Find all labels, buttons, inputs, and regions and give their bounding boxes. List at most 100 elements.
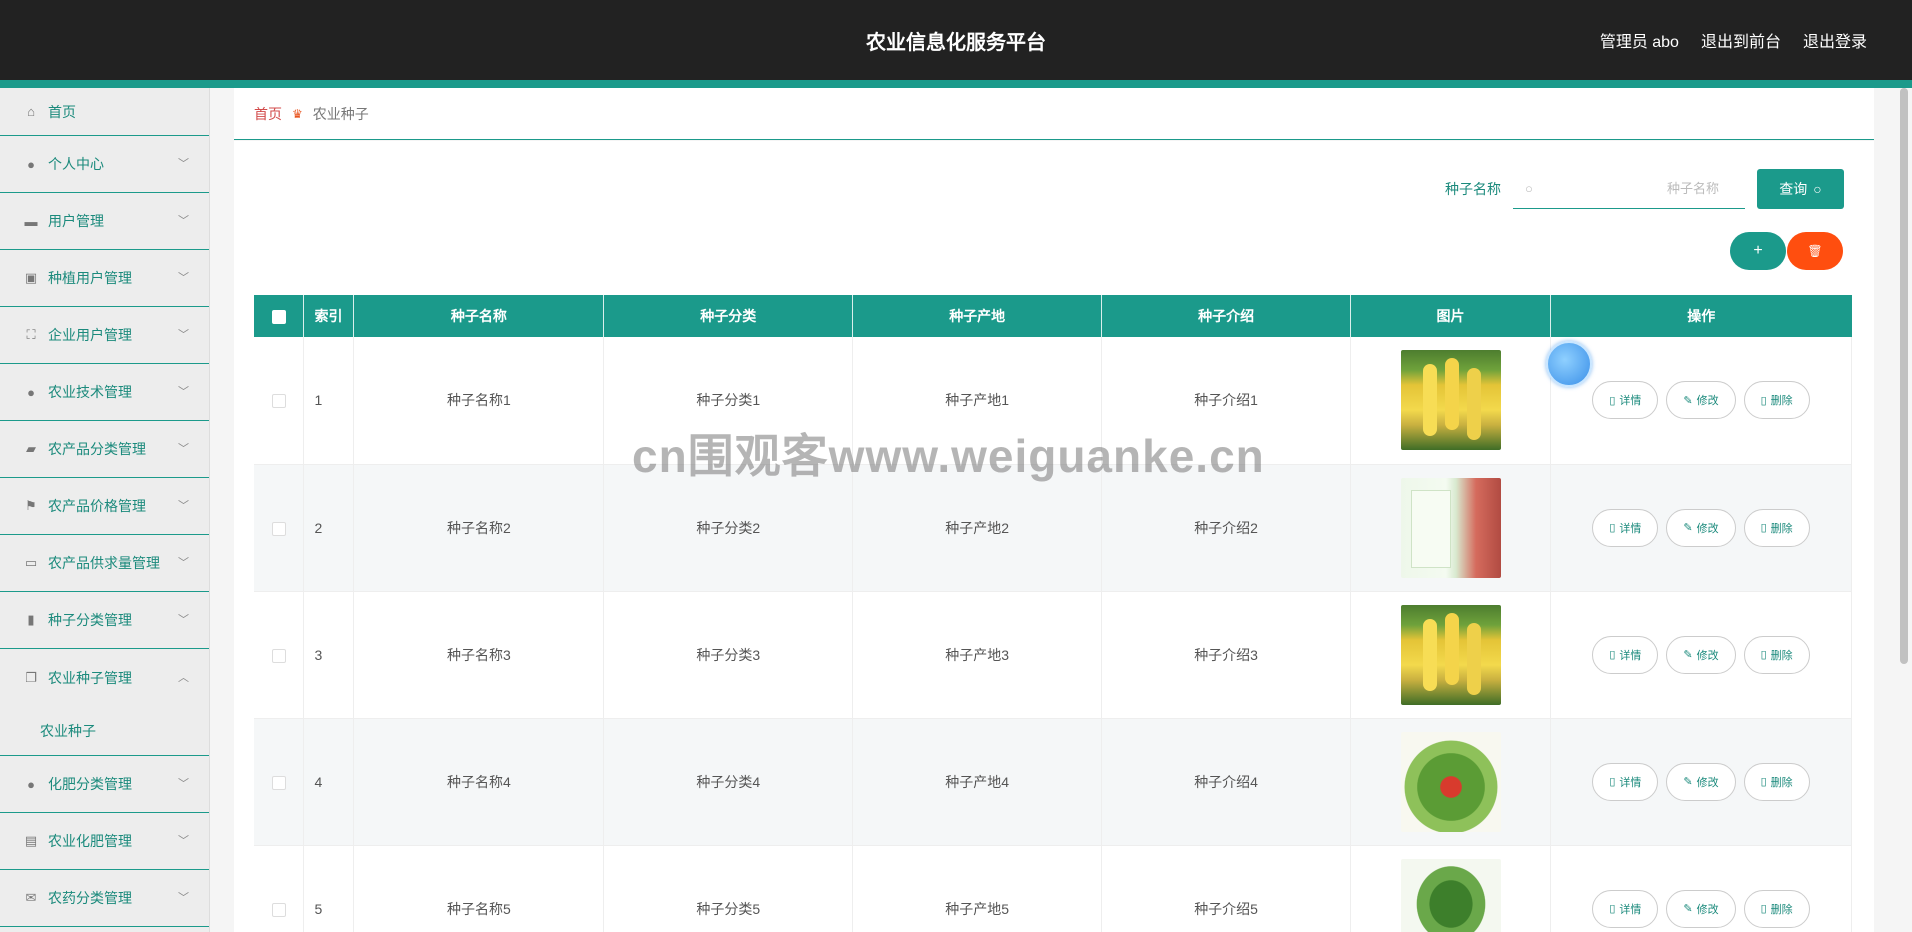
seed-image[interactable] [1400,858,1501,932]
header-accent-line [0,80,1912,88]
sidebar: ⌂ 首页 ● 个人中心 ﹀ ▬ 用户管理 ﹀ ▣ 种植用户管理 ﹀ ⛶ 企业用户… [0,88,210,932]
breadcrumb: 首页 ♛ 农业种子 [234,88,1874,140]
document-icon: ▯ [1609,522,1616,534]
edit-button[interactable]: ✎ 修改 [1666,762,1736,801]
cell-origin: 种子产地1 [852,337,1103,465]
sidebar-item-planting-users[interactable]: ▣ 种植用户管理 ﹀ [0,250,209,307]
select-all-cell[interactable] [254,295,305,337]
table-row: 5 种子名称5 种子分类5 种子产地5 种子介绍5 ▯ 详情 ✎ 修改 ▯ 删除 [254,845,1853,932]
row-checkbox[interactable] [271,648,286,663]
sidebar-item-home[interactable]: ⌂ 首页 [0,88,209,136]
seed-image[interactable] [1400,350,1501,451]
delete-button[interactable]: ▯ 删除 [1743,635,1810,674]
logout-link[interactable]: 退出登录 [1803,28,1867,52]
seed-image[interactable] [1400,604,1501,705]
row-checkbox[interactable] [271,394,286,409]
delete-button[interactable]: ▯ 删除 [1743,508,1810,547]
row-checkbox[interactable] [271,902,286,917]
mail-icon: ✉ [25,890,37,905]
cell-index: 3 [303,591,355,719]
cell-intro: 种子介绍4 [1101,718,1352,846]
cell-intro: 种子介绍1 [1101,337,1352,465]
sidebar-item-label: 农业技术管理 [48,384,132,400]
table-row: 2 种子名称2 种子分类2 种子产地2 种子介绍2 ▯ 详情 ✎ 修改 ▯ 删除 [254,464,1853,592]
user-icon: ● [27,776,35,792]
sidebar-item-label: 农业种子管理 [48,669,132,686]
cell-name: 种子名称3 [353,591,605,719]
sidebar-item-label: 种子分类管理 [48,612,132,628]
sidebar-item-users[interactable]: ▬ 用户管理 ﹀ [0,193,209,250]
bar-chart-icon: ▮ [27,612,35,627]
chevron-up-icon: ︿ [178,671,189,684]
top-bar: 农业信息化服务平台 管理员 abo 退出到前台 退出登录 [0,0,1912,80]
seed-image[interactable] [1400,477,1501,578]
cell-category: 种子分类2 [603,464,854,592]
column-header: 种子名称 [353,295,605,337]
detail-button[interactable]: ▯ 详情 [1592,508,1659,547]
chevron-down-icon: ﹀ [178,892,189,905]
trash-icon: ▯ [1760,522,1767,534]
document-icon: ▯ [1609,649,1616,661]
chevron-down-icon: ﹀ [178,443,189,456]
edit-button[interactable]: ✎ 修改 [1666,381,1736,420]
sidebar-item-enterprise-users[interactable]: ⛶ 企业用户管理 ﹀ [0,307,209,364]
batch-delete-button[interactable]: 🗑 [1787,232,1843,270]
table-row: 4 种子名称4 种子分类4 种子产地4 种子介绍4 ▯ 详情 ✎ 修改 ▯ 删除 [254,718,1853,846]
trash-icon: ▯ [1760,394,1767,407]
sidebar-item-seed-category[interactable]: ▮ 种子分类管理 ﹀ [0,592,209,649]
sidebar-item-label: 化肥分类管理 [48,776,132,792]
chevron-down-icon: ﹀ [178,215,189,228]
search-field: ○ [1513,169,1745,209]
breadcrumb-home[interactable]: 首页 [254,104,282,124]
sidebar-item-product-category[interactable]: ▰ 农产品分类管理 ﹀ [0,421,209,478]
detail-button[interactable]: ▯ 详情 [1592,635,1659,674]
floating-assistant-ball[interactable] [1546,341,1592,387]
copy-icon: ❐ [25,669,37,685]
seed-table: 索引 种子名称 种子分类 种子产地 种子介绍 图片 操作 1 种子名称1 种子分… [254,295,1853,932]
add-button[interactable]: + [1730,232,1786,270]
to-front-link[interactable]: 退出到前台 [1701,28,1781,52]
sidebar-item-agri-tech[interactable]: ● 农业技术管理 ﹀ [0,364,209,421]
query-button[interactable]: 查询 ○ [1757,169,1844,209]
sidebar-item-pesticide-category[interactable]: ✉ 农药分类管理 ﹀ [0,870,209,927]
table-header: 索引 种子名称 种子分类 种子产地 种子介绍 图片 操作 [254,295,1852,337]
query-button-label: 查询 [1779,181,1808,197]
detail-button[interactable]: ▯ 详情 [1592,889,1659,928]
detail-button[interactable]: ▯ 详情 [1592,381,1659,420]
sidebar-item-supply-demand[interactable]: ▭ 农产品供求量管理 ﹀ [0,535,209,592]
edit-button[interactable]: ✎ 修改 [1666,889,1736,928]
cell-origin: 种子产地4 [852,718,1103,846]
sidebar-subitem-seeds[interactable]: 农业种子 [0,706,209,756]
search-icon: ○ [1525,181,1533,196]
delete-button[interactable]: ▯ 删除 [1743,762,1810,801]
cell-name: 种子名称2 [353,464,605,592]
row-checkbox[interactable] [271,521,286,536]
sidebar-item-label: 用户管理 [48,213,104,229]
sidebar-item-personal[interactable]: ● 个人中心 ﹀ [0,136,209,193]
edit-button[interactable]: ✎ 修改 [1666,508,1736,547]
sidebar-item-label: 农业化肥管理 [48,833,132,849]
column-header: 图片 [1350,295,1551,337]
cell-intro: 种子介绍3 [1101,591,1352,719]
sidebar-item-label: 农产品分类管理 [48,441,146,457]
cell-origin: 种子产地2 [852,464,1103,592]
seed-image[interactable] [1400,731,1501,832]
column-header: 种子产地 [852,295,1103,337]
search-icon: ○ [1813,181,1822,197]
page-scrollbar[interactable] [1900,88,1908,664]
search-input[interactable] [1513,169,1745,208]
cell-name: 种子名称1 [353,337,605,465]
sidebar-item-seed-management[interactable]: ❐ 农业种子管理 ︿ [0,649,209,706]
sidebar-item-fertilizer[interactable]: ▤ 农业化肥管理 ﹀ [0,813,209,870]
select-all-checkbox[interactable] [271,310,286,325]
pin-icon: ▬ [24,213,38,229]
column-header: 索引 [303,295,355,337]
delete-button[interactable]: ▯ 删除 [1743,889,1810,928]
edit-button[interactable]: ✎ 修改 [1666,635,1736,674]
delete-button[interactable]: ▯ 删除 [1743,381,1810,420]
row-checkbox[interactable] [271,775,286,790]
detail-button[interactable]: ▯ 详情 [1592,762,1659,801]
frame-icon: ⛶ [26,327,36,342]
sidebar-item-product-price[interactable]: ⚑ 农产品价格管理 ﹀ [0,478,209,535]
sidebar-item-fertilizer-category[interactable]: ● 化肥分类管理 ﹀ [0,756,209,813]
